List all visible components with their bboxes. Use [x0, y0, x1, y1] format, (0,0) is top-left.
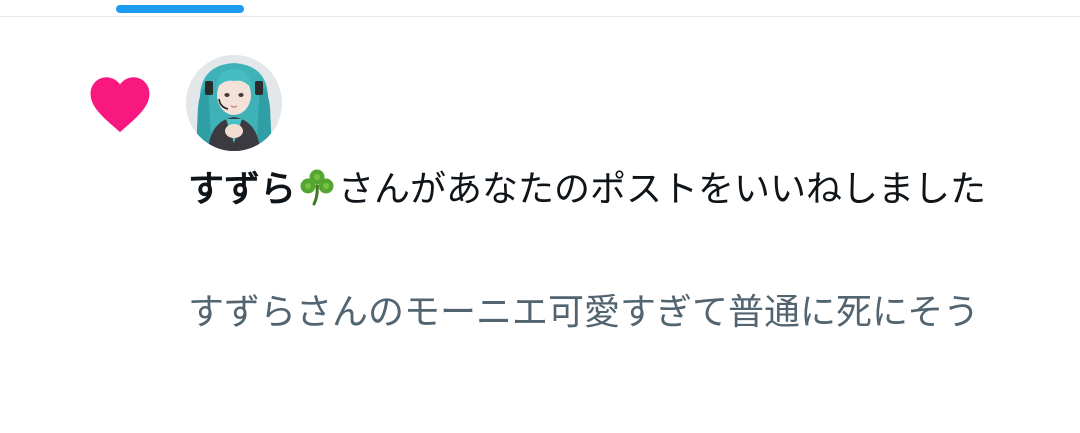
action-text: さんがあなたのポストをいいねしました [338, 169, 987, 210]
user-avatar[interactable] [186, 55, 282, 151]
heart-icon [90, 77, 150, 133]
post-excerpt[interactable]: すずらさんのモーニエ可愛すぎて普通に死にそう [188, 283, 1018, 343]
notification-message: すずら さんがあなたのポストをいいねしました [188, 160, 1018, 220]
clover-icon [300, 169, 334, 206]
active-tab-indicator [116, 5, 244, 13]
username[interactable]: すずら [188, 169, 296, 210]
like-notification[interactable] [0, 17, 1080, 433]
avatar-image [186, 55, 282, 151]
